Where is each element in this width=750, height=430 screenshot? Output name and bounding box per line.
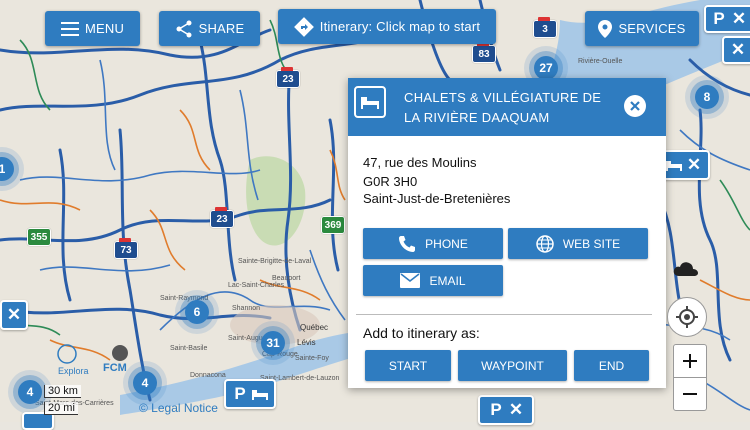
highway-shield: 369: [321, 216, 345, 234]
itinerary-end-button[interactable]: END: [574, 350, 649, 381]
itinerary-waypoint-button[interactable]: WAYPOINT: [458, 350, 567, 381]
poi-marker[interactable]: P ✕: [478, 395, 534, 425]
restaurant-icon: ✕: [731, 9, 747, 28]
phone-label: PHONE: [425, 236, 468, 251]
place-label: Lac-Saint-Charles: [228, 282, 285, 289]
itinerary-button[interactable]: Itinerary: Click map to start: [278, 9, 496, 44]
poi-marker[interactable]: P: [224, 379, 276, 409]
menu-button[interactable]: MENU: [45, 11, 140, 46]
directions-icon: [293, 16, 314, 37]
address-city: Saint-Just-de-Bretenières: [363, 191, 511, 206]
map-cluster-marker[interactable]: 31: [261, 331, 285, 355]
bed-icon: [250, 384, 270, 404]
popup-header: CHALETS & VILLÉGIATURE DE LA RIVIÈRE DAA…: [348, 78, 666, 136]
map-cluster-marker[interactable]: 4: [133, 371, 157, 395]
place-label: Shannon: [232, 305, 260, 312]
restaurant-icon: ✕: [686, 155, 702, 174]
poi-marker[interactable]: ✕: [722, 36, 750, 64]
poi-marker[interactable]: P ✕: [704, 5, 750, 33]
scale-km: 30 km: [44, 385, 81, 398]
parking-icon: P: [234, 384, 246, 403]
place-label: Sainte-Foy: [295, 355, 329, 362]
address-postal-code: G0R 3H0: [363, 174, 418, 189]
location-pin-icon: [598, 19, 613, 38]
map-cluster-marker[interactable]: 6: [185, 300, 209, 324]
minus-icon: [683, 393, 697, 395]
plus-icon: [683, 354, 697, 368]
zoom-out-button[interactable]: [673, 377, 707, 411]
add-to-itinerary-label: Add to itinerary as:: [363, 325, 480, 341]
hamburger-icon: [60, 21, 79, 36]
place-label: Lévis: [297, 338, 316, 347]
parking-icon: P: [713, 9, 725, 28]
popup-title: CHALETS & VILLÉGIATURE DE LA RIVIÈRE DAA…: [404, 90, 602, 125]
place-label: Beauport: [272, 275, 300, 282]
services-button[interactable]: SERVICES: [585, 11, 699, 46]
highway-shield: 3: [533, 17, 557, 38]
itinerary-label: Itinerary: Click map to start: [319, 19, 481, 34]
address-street: 47, rue des Moulins: [363, 155, 477, 170]
poi-info-popup: CHALETS & VILLÉGIATURE DE LA RIVIÈRE DAA…: [348, 78, 666, 388]
map-cluster-marker[interactable]: 8: [695, 85, 719, 109]
phone-button[interactable]: PHONE: [363, 228, 503, 259]
email-button[interactable]: EMAIL: [363, 265, 503, 296]
share-icon: [176, 20, 192, 37]
close-icon[interactable]: [624, 95, 646, 117]
place-label: Rivière-Ouelle: [578, 58, 622, 65]
poi-marker[interactable]: ✕: [0, 300, 28, 330]
fcm-logo-text: FCM: [103, 362, 127, 374]
restaurant-icon: ✕: [508, 400, 524, 419]
place-label: Saint-Basile: [170, 345, 207, 352]
share-label: SHARE: [198, 21, 245, 36]
parking-icon: P: [490, 400, 502, 419]
weather-cloud-icon[interactable]: [672, 258, 700, 282]
zoom-in-button[interactable]: [673, 344, 707, 378]
restaurant-icon: ✕: [730, 40, 746, 59]
phone-icon: [399, 235, 416, 252]
place-label: Québec: [300, 323, 328, 332]
restaurant-icon: ✕: [6, 305, 22, 324]
highway-shield: 23: [210, 207, 234, 228]
locate-me-button[interactable]: [667, 297, 707, 337]
website-button[interactable]: WEB SITE: [508, 228, 648, 259]
highway-shield: 23: [276, 67, 300, 88]
email-label: EMAIL: [429, 273, 466, 288]
popup-divider: [356, 314, 652, 315]
legal-notice-link[interactable]: © Legal Notice: [139, 401, 218, 415]
website-label: WEB SITE: [562, 236, 621, 251]
itinerary-start-button[interactable]: START: [365, 350, 451, 381]
highway-shield: 73: [114, 238, 138, 259]
bed-icon: [354, 86, 386, 118]
scale-mi: 20 mi: [44, 402, 78, 415]
crosshair-icon: [676, 306, 698, 328]
share-button[interactable]: SHARE: [159, 11, 260, 46]
highway-shield: 83: [472, 42, 496, 63]
explora-logo-text: Explora: [58, 366, 89, 376]
highway-shield: 355: [27, 228, 51, 246]
map-cluster-marker[interactable]: 4: [18, 380, 42, 404]
menu-label: MENU: [84, 21, 125, 36]
services-label: SERVICES: [618, 21, 686, 36]
globe-icon: [536, 234, 554, 253]
envelope-icon: [400, 273, 421, 288]
map-cluster-marker[interactable]: 27: [534, 56, 558, 80]
bed-icon: [664, 155, 684, 175]
place-label: Donnacona: [190, 372, 226, 379]
place-label: Sainte-Brigitte-de-Laval: [238, 258, 312, 265]
